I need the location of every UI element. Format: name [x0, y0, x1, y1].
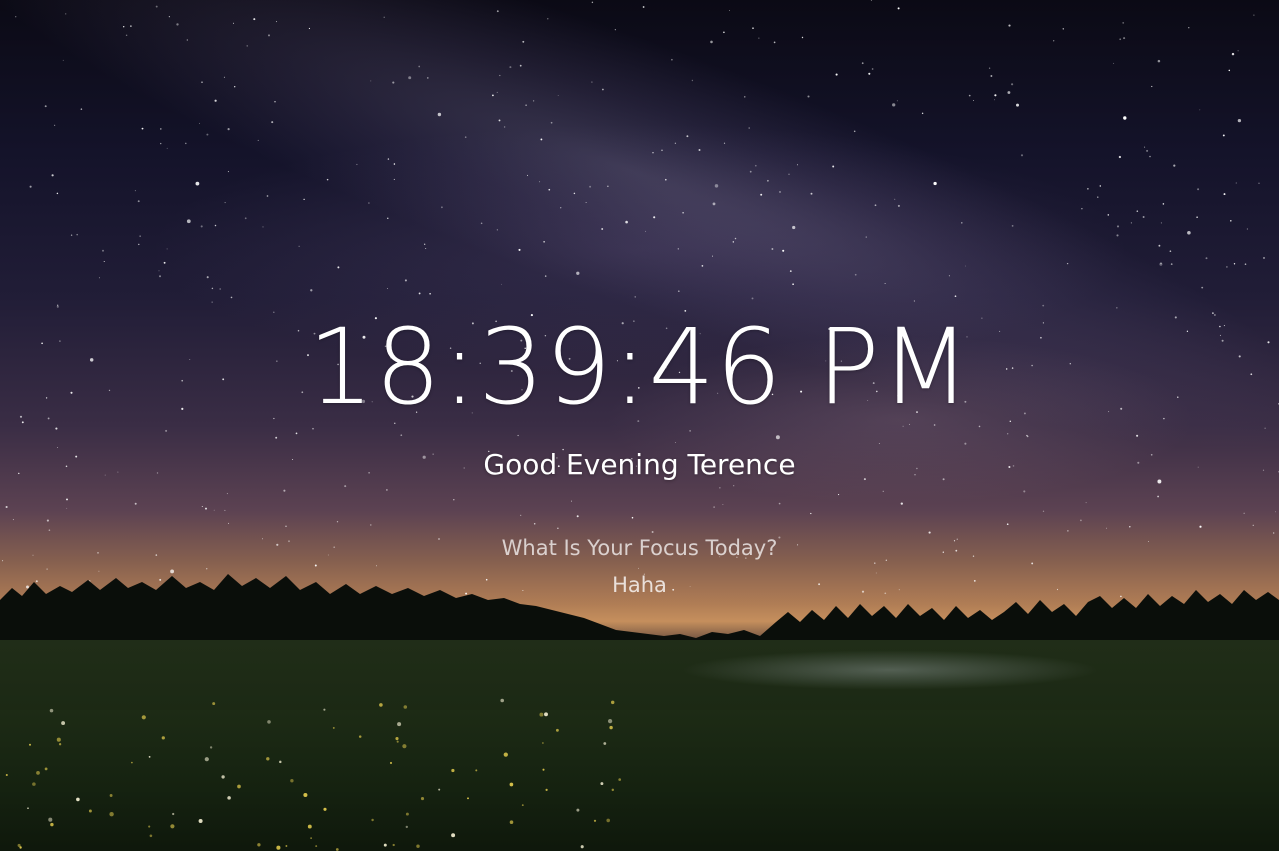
main-content: 18:39:46 PM Good Evening Terence What Is…: [0, 0, 1279, 851]
clock-time: 18:39:46 PM: [307, 306, 972, 428]
greeting-text: Good Evening Terence: [483, 448, 796, 481]
focus-input[interactable]: Haha: [0, 571, 1279, 599]
focus-question: What Is Your Focus Today?: [501, 536, 778, 560]
